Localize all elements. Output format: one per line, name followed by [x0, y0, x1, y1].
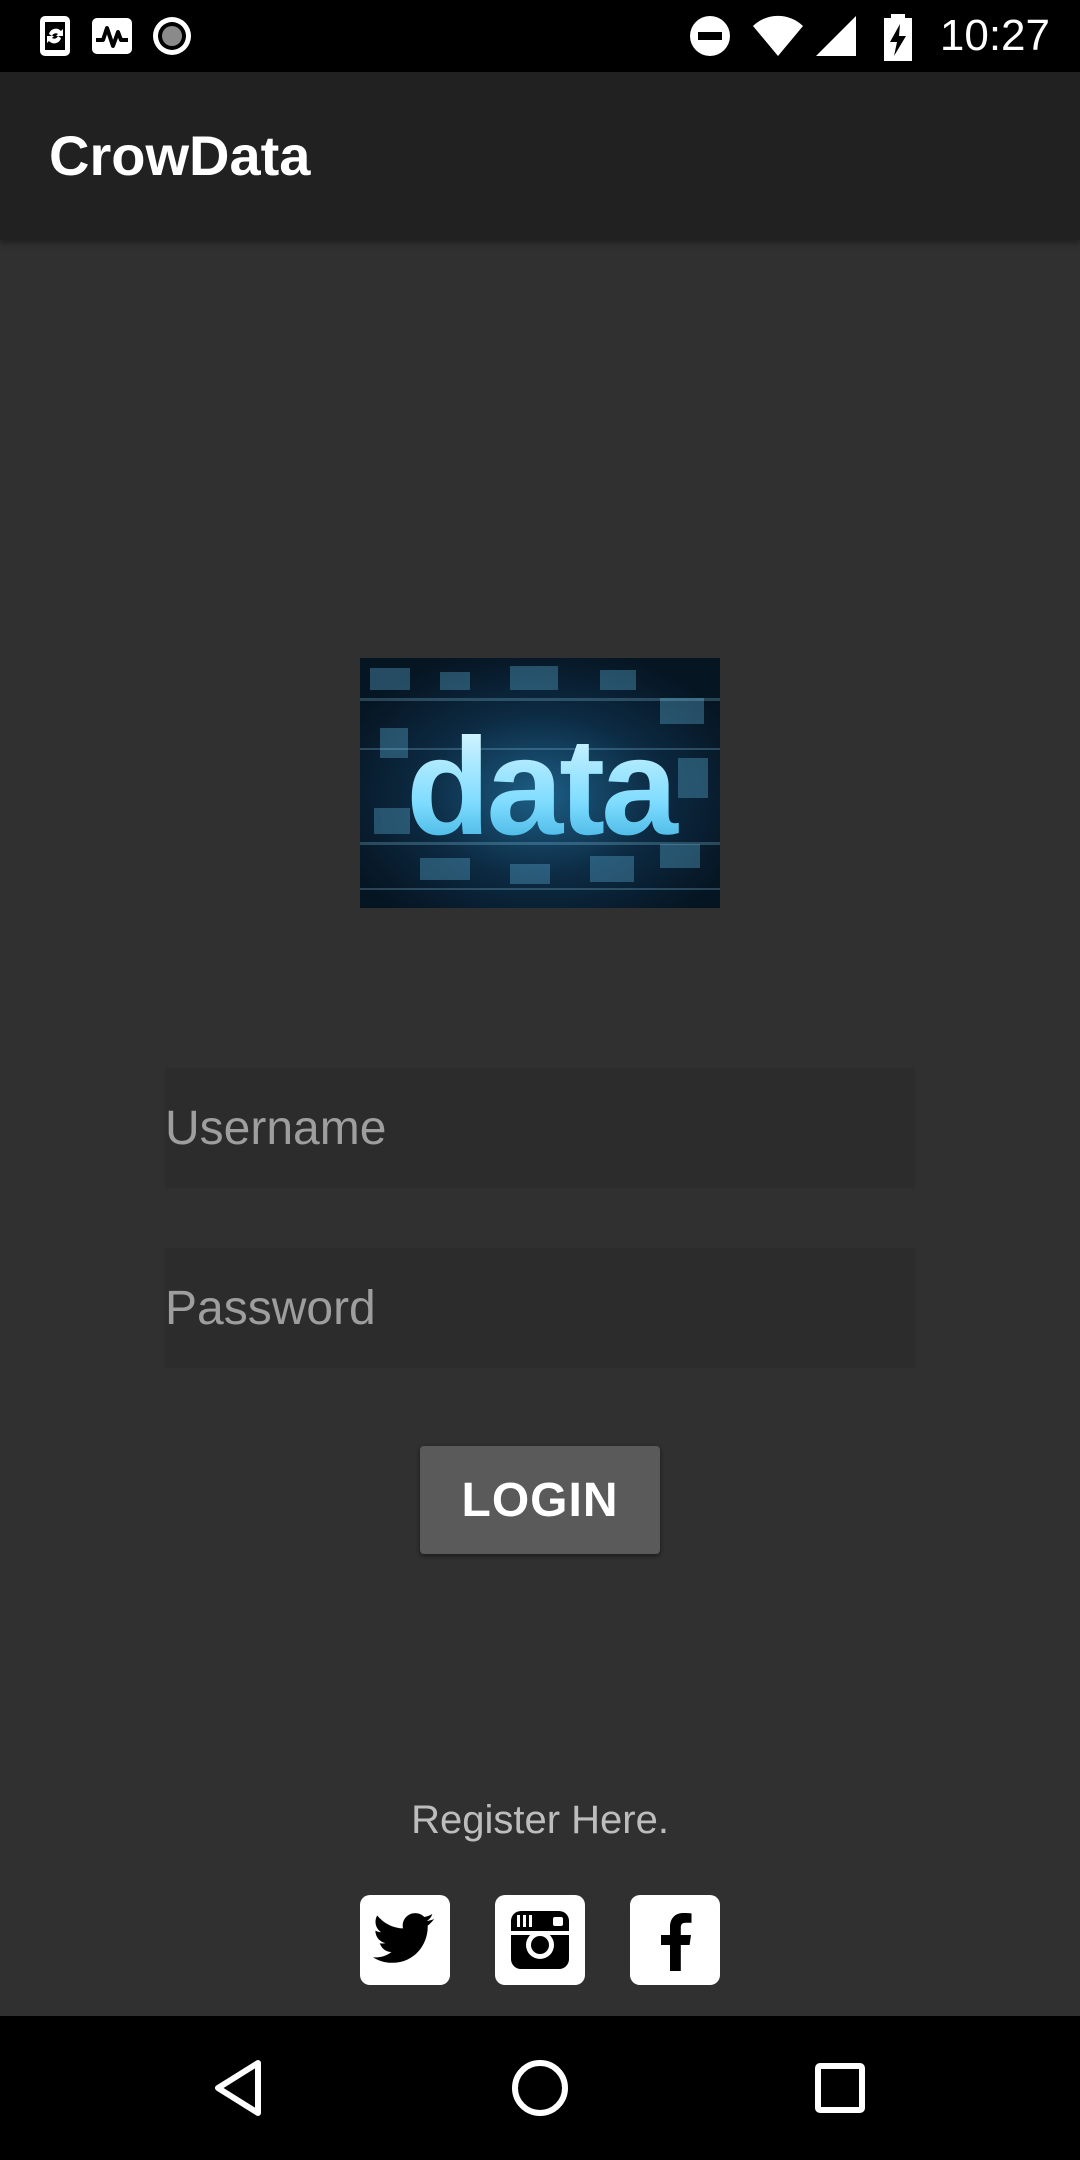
twitter-button[interactable]	[360, 1895, 450, 1985]
record-icon	[150, 14, 194, 58]
login-button[interactable]: LOGIN	[420, 1446, 660, 1554]
data-logo-image: data	[360, 658, 720, 908]
instagram-button[interactable]	[495, 1895, 585, 1985]
instagram-icon	[511, 1911, 569, 1969]
facebook-icon	[661, 1913, 692, 1971]
back-icon[interactable]	[206, 2053, 276, 2123]
battery-charging-icon	[880, 14, 916, 61]
twitter-icon	[372, 1913, 434, 1963]
sync-phone-icon	[34, 14, 78, 58]
navigation-bar	[0, 2016, 1080, 2160]
status-time: 10:27	[939, 11, 1050, 60]
app-title: CrowData	[49, 124, 311, 187]
logo-word: data	[406, 710, 679, 864]
username-input[interactable]	[165, 1068, 915, 1188]
home-icon[interactable]	[505, 2053, 575, 2123]
app-bar: CrowData	[0, 72, 1080, 240]
register-link[interactable]: Register Here.	[0, 1790, 1080, 1850]
cell-signal-icon	[814, 14, 858, 58]
password-input[interactable]	[165, 1248, 915, 1368]
activity-icon	[90, 14, 134, 58]
facebook-button[interactable]	[630, 1895, 720, 1985]
wifi-icon	[752, 14, 804, 58]
status-bar: 10:27	[0, 0, 1080, 72]
do-not-disturb-icon	[688, 14, 732, 58]
recents-icon[interactable]	[805, 2053, 875, 2123]
